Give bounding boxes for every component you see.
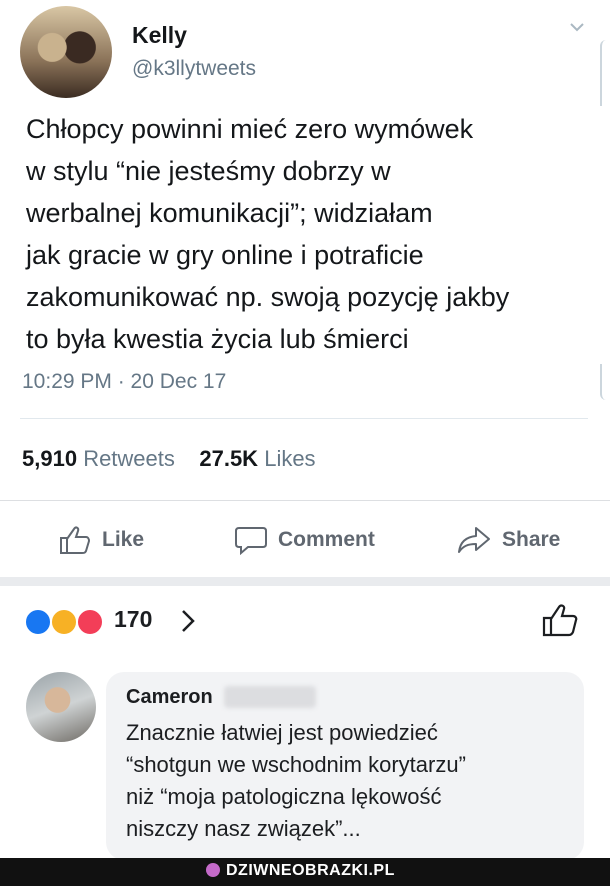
tweet-stats: 5,910 Retweets 27.5K Likes <box>22 446 316 472</box>
share-button[interactable]: Share <box>456 525 560 555</box>
tweet-timestamp[interactable]: 10:29 PM · 20 Dec 17 <box>22 370 226 394</box>
avatar[interactable] <box>26 672 96 742</box>
comment-author[interactable]: Cameron <box>126 686 213 709</box>
redacted-surname <box>224 686 316 708</box>
likes-label: Likes <box>264 446 316 471</box>
action-bar: Like Comment Share <box>0 500 610 577</box>
avatar[interactable] <box>20 6 112 98</box>
tweet-text-line: werbalnej komunikacji”; widziałam <box>26 198 433 228</box>
retweets-count: 5,910 <box>22 446 78 471</box>
comment-section: Cameron Znacznie łatwiej jest powiedzieć… <box>0 652 610 860</box>
comment-text-line: “shotgun we wschodnim korytarzu” <box>126 752 466 777</box>
love-icon[interactable] <box>76 608 104 636</box>
comment-icon <box>235 527 267 555</box>
thumbs-up-icon[interactable] <box>540 602 578 638</box>
tweet-text-line: zakomunikować np. swoją pozycję jakby <box>26 282 510 312</box>
watermark: DZIWNEOBRAZKI.PL <box>206 862 395 880</box>
tweet-text-line: to była kwestia życia lub śmierci <box>26 324 409 354</box>
likes-count: 27.5K <box>199 446 259 471</box>
watermark-text: DZIWNEOBRAZKI.PL <box>226 862 395 879</box>
tweet-text-line: w stylu “nie jesteśmy dobrzy w <box>26 156 391 186</box>
chevron-right-icon[interactable] <box>178 606 198 636</box>
retweets-stat[interactable]: 5,910 Retweets <box>22 446 175 471</box>
chevron-down-icon[interactable] <box>568 18 586 36</box>
thumbs-up-icon <box>60 526 91 554</box>
like-icon[interactable] <box>24 608 52 636</box>
watermark-bar: DZIWNEOBRAZKI.PL <box>0 858 610 886</box>
haha-icon[interactable] <box>50 608 78 636</box>
tweet-card: Kelly @k3llytweets Chłopcy powinni mieć … <box>0 0 610 500</box>
watermark-logo-icon <box>206 863 220 877</box>
likes-stat[interactable]: 27.5K Likes <box>199 446 315 471</box>
tweet-author-name[interactable]: Kelly <box>132 22 187 49</box>
comment-button[interactable]: Comment <box>234 525 375 555</box>
like-button[interactable]: Like <box>58 525 144 555</box>
divider <box>20 418 588 419</box>
reaction-count[interactable]: 170 <box>114 606 152 633</box>
tweet-author-handle[interactable]: @k3llytweets <box>132 57 256 81</box>
comment-bubble[interactable]: Cameron Znacznie łatwiej jest powiedzieć… <box>106 672 584 860</box>
tweet-text-line: Chłopcy powinni mieć zero wymówek <box>26 114 474 144</box>
comment-text-line: Znacznie łatwiej jest powiedzieć <box>126 720 438 745</box>
share-label: Share <box>502 528 561 551</box>
comment-text-line: niż “moja patologiczna lękowość <box>126 784 442 809</box>
like-label: Like <box>102 528 145 551</box>
tweet-text: Chłopcy powinni mieć zero wymówek w styl… <box>8 106 608 364</box>
reactions-bar: 170 <box>0 586 610 652</box>
retweets-label: Retweets <box>83 446 175 471</box>
comment-label: Comment <box>278 528 375 551</box>
comment-text-line: niszczy nasz związek”... <box>126 816 361 841</box>
tweet-text-line: jak gracie w gry online i potraficie <box>26 240 424 270</box>
share-icon <box>458 527 490 553</box>
